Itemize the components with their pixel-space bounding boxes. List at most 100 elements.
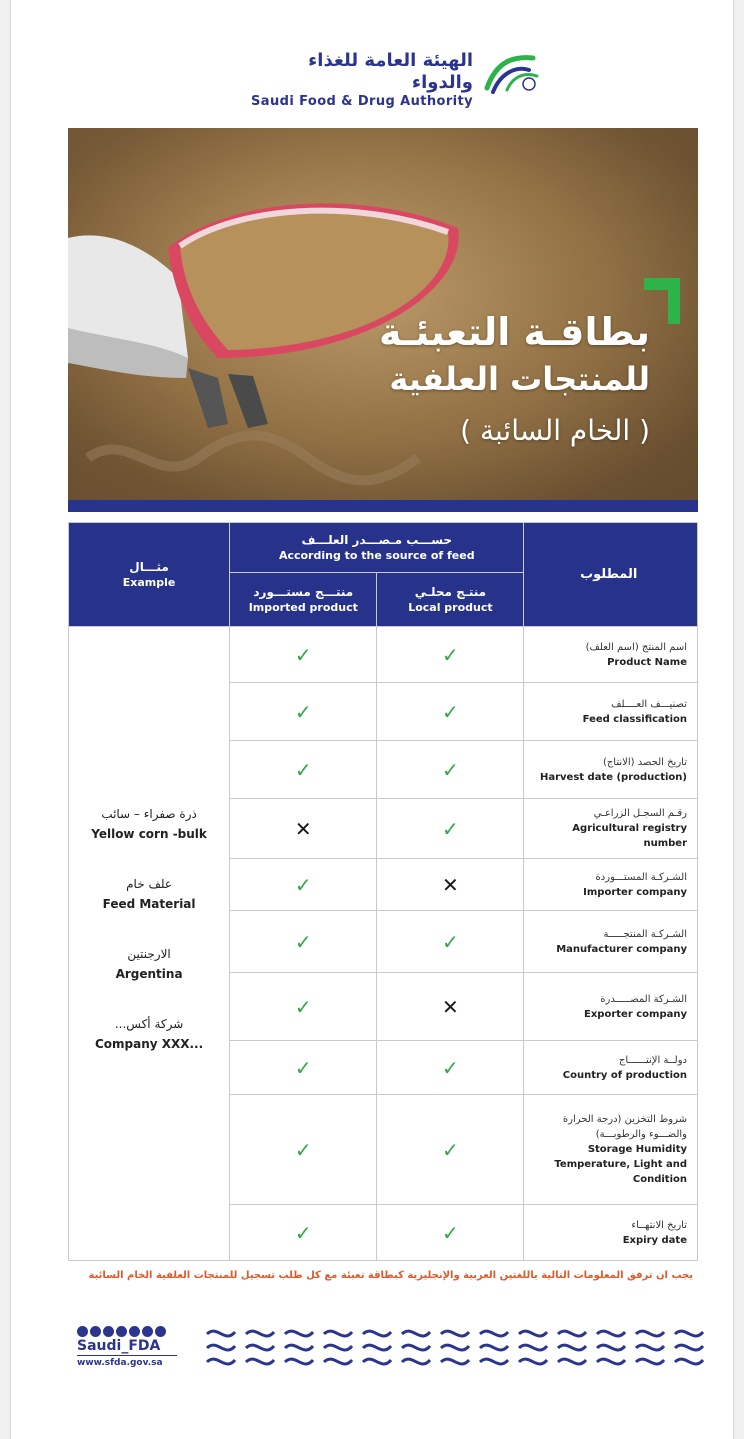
pattern-wave: [595, 1329, 627, 1366]
social-handle[interactable]: Saudi_FDA: [77, 1337, 177, 1356]
pattern-wave: [517, 1329, 549, 1366]
header-imported-en: Imported product: [248, 601, 358, 614]
required-field-cell: الشـركة المصـــــدرة Exporter company: [523, 972, 698, 1041]
required-ar: تاريخ الانتهــاء: [631, 1219, 687, 1231]
header-source-ar: حســـب مـصـــدر العلـــف: [301, 533, 453, 547]
pattern-wave: [634, 1329, 666, 1366]
example-item: شركة أكس... Company XXX...: [69, 1014, 229, 1054]
required-en: Expiry date: [622, 1234, 687, 1246]
check-mark-imported: ✓: [229, 682, 378, 741]
required-field-cell: الشـركـة المستـــوردة Importer company: [523, 858, 698, 911]
footer-note: يجب ان ترفق المعلومات التالية باللغتين ا…: [88, 1270, 693, 1281]
required-en: Product Name: [607, 656, 687, 668]
check-mark-local: ✓: [376, 1040, 525, 1095]
required-en: Exporter company: [584, 1008, 687, 1020]
example-ar: علف خام: [126, 876, 172, 891]
required-ar: شروط التخزين (درجة الحرارة والضـــوء وال…: [562, 1114, 687, 1140]
check-mark-imported: ✓: [229, 858, 378, 911]
table-body: ذرة صفراء – سائب Yellow corn -bulk علف خام…: [67, 626, 698, 1261]
pattern-wave: [322, 1329, 354, 1366]
required-en: Feed classification: [582, 713, 687, 725]
check-mark-local: ✓: [376, 798, 525, 859]
example-ar: شركة أكس...: [114, 1016, 184, 1031]
required-field-cell: الشـركـة المنتجـــــة Manufacturer compan…: [523, 910, 698, 973]
instagram-icon[interactable]: [90, 1326, 101, 1337]
required-field-cell: تاريخ الانتهــاء Expiry date: [523, 1204, 698, 1261]
logo-arabic: الهيئة العامة للغذاء والدواء: [308, 50, 473, 93]
check-mark-imported: ✓: [229, 1040, 378, 1095]
required-field-cell: تصنيـــف العــــلف Feed classification: [523, 682, 698, 741]
facebook-icon[interactable]: [116, 1326, 127, 1337]
youtube-icon[interactable]: [103, 1326, 114, 1337]
example-en: Feed Material: [102, 896, 196, 911]
hero-image: بطاقـة التعبئـة للمنتجات العلفية ( الخام…: [68, 128, 698, 512]
required-field-cell: تاريخ الحصد (الانتاج) Harvest date (produ…: [523, 740, 698, 799]
check-mark-local: ✓: [376, 682, 525, 741]
example-en: Yellow corn -bulk: [91, 826, 207, 841]
example-item: ذرة صفراء – سائب Yellow corn -bulk: [69, 804, 229, 844]
required-ar: الشـركة المصـــــدرة: [600, 993, 687, 1005]
labeling-requirements-table: مثـــال Example حســـب مـصـــدر العلـــف…: [67, 522, 698, 1261]
required-ar: الشـركـة المنتجـــــة: [603, 928, 687, 940]
check-mark-imported: ✓: [229, 626, 378, 683]
header-example: مثـــال Example: [67, 522, 231, 627]
pattern-wave: [556, 1329, 588, 1366]
hero-bottom-band: [68, 500, 698, 512]
linkedin-icon[interactable]: [129, 1326, 140, 1337]
check-mark-imported: ✓: [229, 1204, 378, 1261]
required-ar: الشـركـة المستـــوردة: [595, 871, 687, 883]
pattern-wave: [244, 1329, 276, 1366]
sfda-emblem-icon: [484, 55, 539, 94]
required-field-cell: شروط التخزين (درجة الحرارة والضـــوء وال…: [523, 1094, 698, 1205]
pattern-wave: [400, 1329, 432, 1366]
pattern-wave: [361, 1329, 393, 1366]
pattern-wave: [439, 1329, 471, 1366]
pattern-wave: [205, 1329, 237, 1366]
cross-mark-local: ✕: [376, 972, 525, 1041]
example-en: Argentina: [115, 966, 183, 981]
social-icons: [77, 1326, 177, 1337]
hero-title-line2: للمنتجات العلفية: [389, 360, 650, 398]
example-cell: ذرة صفراء – سائب Yellow corn -bulk علف خام…: [67, 626, 231, 1261]
check-mark-imported: ✓: [229, 740, 378, 799]
required-en: Manufacturer company: [556, 943, 687, 955]
header-local-en: Local product: [408, 601, 493, 614]
header-imported-ar: منتـــج مستـــورد: [253, 585, 354, 599]
pattern-wave: [478, 1329, 510, 1366]
required-ar: دولــة الإنتــــــاج: [618, 1054, 687, 1066]
table-row: ذرة صفراء – سائب Yellow corn -bulk علف خام…: [67, 626, 698, 1261]
required-ar: تاريخ الحصد (الانتاج): [602, 756, 687, 768]
required-ar: رقـم السجـل الزراعـي: [593, 808, 687, 819]
header-required: المطلوب: [523, 522, 698, 627]
header-source: حســـب مـصـــدر العلـــف According to th…: [229, 522, 525, 573]
cross-mark-imported: ✕: [229, 798, 378, 859]
required-en: Storage Humidity Temperature, Light and …: [554, 1144, 687, 1185]
social-handle-block: Saudi_FDA www.sfda.gov.sa: [77, 1326, 177, 1370]
check-mark-local: ✓: [376, 1204, 525, 1261]
header-source-en: According to the source of feed: [278, 549, 475, 562]
required-field-cell: دولــة الإنتــــــاج Country of productio…: [523, 1040, 698, 1095]
pattern-wave: [283, 1329, 315, 1366]
hero-title-line1: بطاقـة التعبئـة: [378, 310, 650, 354]
example-en: Company XXX...: [94, 1036, 204, 1051]
check-mark-imported: ✓: [229, 1094, 378, 1205]
example-ar: ذرة صفراء – سائب: [101, 806, 197, 821]
required-en: Agricultural registry number: [572, 823, 687, 849]
website-link[interactable]: www.sfda.gov.sa: [77, 1356, 177, 1370]
required-ar: تصنيـــف العــــلف: [611, 698, 687, 710]
logo-english: Saudi Food & Drug Authority: [251, 94, 473, 109]
required-en: Harvest date (production): [539, 771, 687, 783]
required-ar: اسم المنتج (اسم العلف): [585, 641, 687, 653]
logo-text: الهيئة العامة للغذاء والدواء Saudi Food …: [251, 50, 473, 110]
snapchat-icon[interactable]: [142, 1326, 153, 1337]
required-field-cell: اسم المنتج (اسم العلف) Product Name: [523, 626, 698, 683]
twitter-icon[interactable]: [77, 1326, 88, 1337]
sfda-logo: الهيئة العامة للغذاء والدواء Saudi Food …: [251, 50, 541, 109]
tiktok-icon[interactable]: [155, 1326, 166, 1337]
document-page: الهيئة العامة للغذاء والدواء Saudi Food …: [10, 0, 734, 1439]
required-en: Importer company: [583, 886, 687, 898]
check-mark-local: ✓: [376, 740, 525, 799]
required-en: Country of production: [562, 1069, 687, 1081]
header-example-en: Example: [122, 576, 176, 589]
check-mark-local: ✓: [376, 910, 525, 973]
